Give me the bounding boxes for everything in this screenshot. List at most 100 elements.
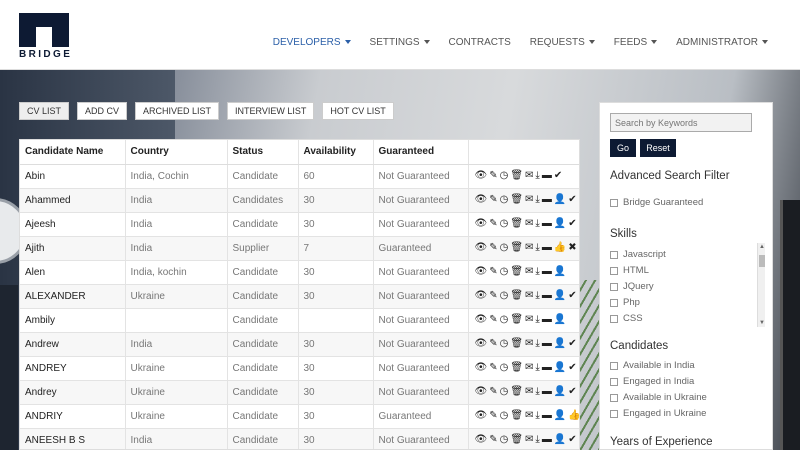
user-plus-icon[interactable]: 👤 (554, 411, 566, 421)
clock-icon[interactable]: ◷ (500, 315, 509, 325)
nav-feeds[interactable]: FEEDS (614, 37, 658, 48)
candidate-name[interactable]: Abin (20, 164, 126, 189)
envelope-icon[interactable]: ✉ (525, 339, 533, 349)
candidate-name[interactable]: Alen (20, 260, 126, 285)
check-icon[interactable]: ✔ (568, 339, 576, 349)
skill-checkbox-jquery[interactable]: JQuery (610, 281, 654, 292)
folder-icon[interactable]: ▬ (542, 291, 552, 301)
checkbox-box[interactable] (610, 314, 618, 323)
envelope-icon[interactable]: ✉ (525, 243, 533, 253)
pencil-icon[interactable]: ✎ (489, 171, 497, 181)
download-icon[interactable]: ⤓ (535, 363, 539, 373)
envelope-icon[interactable]: ✉ (525, 195, 533, 205)
check-icon[interactable]: ✔ (568, 219, 576, 229)
envelope-icon[interactable]: ✉ (525, 387, 533, 397)
check-icon[interactable]: ✔ (568, 435, 576, 445)
tab-hot-cv-list[interactable]: HOT CV LIST (322, 102, 394, 120)
candidate-name[interactable]: ANDRIY (20, 404, 126, 429)
clock-icon[interactable]: ◷ (500, 267, 509, 277)
download-icon[interactable]: ⤓ (535, 195, 539, 205)
envelope-icon[interactable]: ✉ (525, 219, 533, 229)
table-row[interactable]: Ambily Candidate Not Guaranteed 👁 ✎ ◷ 🗑 ✉ ⤓ ▬ 👤 (20, 308, 579, 333)
envelope-icon[interactable]: ✉ (525, 411, 533, 421)
candidate-name[interactable]: Ambily (20, 308, 126, 333)
pencil-icon[interactable]: ✎ (489, 315, 497, 325)
tab-cv-list[interactable]: CV LIST (19, 102, 70, 120)
checkbox-box[interactable] (610, 361, 618, 370)
candidate-name[interactable]: Andrew (20, 332, 126, 357)
tab-add-cv[interactable]: ADD CV (77, 102, 128, 120)
trash-icon[interactable]: 🗑 (510, 339, 523, 349)
pencil-icon[interactable]: ✎ (489, 363, 497, 373)
download-icon[interactable]: ⤓ (535, 315, 539, 325)
skill-checkbox-html[interactable]: HTML (610, 265, 649, 276)
candidate-filter-checkbox[interactable]: Engaged in India (610, 376, 694, 387)
folder-icon[interactable]: ▬ (542, 363, 552, 373)
checkbox-box[interactable] (610, 266, 618, 275)
eye-icon[interactable]: 👁 (475, 315, 488, 325)
bridge-logo[interactable]: BRIDGE (19, 13, 71, 61)
candidate-filter-checkbox[interactable]: Engaged in Ukraine (610, 408, 706, 419)
user-plus-icon[interactable]: 👤 (554, 291, 566, 301)
tab-archived-list[interactable]: ARCHIVED LIST (135, 102, 220, 120)
trash-icon[interactable]: 🗑 (510, 315, 523, 325)
clock-icon[interactable]: ◷ (500, 411, 509, 421)
pencil-icon[interactable]: ✎ (489, 435, 497, 445)
nav-requests[interactable]: REQUESTS (530, 37, 595, 48)
folder-icon[interactable]: ▬ (542, 195, 552, 205)
checkbox-box[interactable] (610, 198, 618, 207)
folder-icon[interactable]: ▬ (542, 411, 552, 421)
nav-settings[interactable]: SETTINGS (370, 37, 430, 48)
eye-icon[interactable]: 👁 (475, 387, 488, 397)
reset-button[interactable]: Reset (640, 139, 676, 157)
clock-icon[interactable]: ◷ (500, 435, 509, 445)
trash-icon[interactable]: 🗑 (510, 267, 523, 277)
eye-icon[interactable]: 👁 (475, 339, 488, 349)
folder-icon[interactable]: ▬ (542, 315, 552, 325)
clock-icon[interactable]: ◷ (500, 363, 509, 373)
download-icon[interactable]: ⤓ (535, 411, 539, 421)
thumbs-up-icon[interactable]: 👍 (554, 243, 566, 253)
candidate-name[interactable]: ALEXANDER (20, 284, 126, 309)
trash-icon[interactable]: 🗑 (510, 363, 523, 373)
table-row[interactable]: ANDRIY Ukraine Candidate 30 Guaranteed 👁 ✎ ◷ 🗑 ✉ ⤓… (20, 404, 579, 429)
pencil-icon[interactable]: ✎ (489, 195, 497, 205)
eye-icon[interactable]: 👁 (475, 267, 488, 277)
envelope-icon[interactable]: ✉ (525, 171, 533, 181)
clock-icon[interactable]: ◷ (500, 291, 509, 301)
user-plus-icon[interactable]: 👤 (554, 339, 566, 349)
table-row[interactable]: Alen India, kochin Candidate 30 Not Guarante… (20, 260, 579, 285)
skills-scrollbar[interactable]: ▲ ▼ (757, 243, 765, 327)
folder-icon[interactable]: ▬ (542, 171, 552, 181)
skill-checkbox-php[interactable]: Php (610, 297, 640, 308)
skill-checkbox-javascript[interactable]: Javascript (610, 249, 666, 260)
pencil-icon[interactable]: ✎ (489, 339, 497, 349)
clock-icon[interactable]: ◷ (500, 387, 509, 397)
eye-icon[interactable]: 👁 (475, 363, 488, 373)
download-icon[interactable]: ⤓ (535, 171, 539, 181)
download-icon[interactable]: ⤓ (535, 339, 539, 349)
tab-interview-list[interactable]: INTERVIEW LIST (227, 102, 315, 120)
scroll-thumb[interactable] (759, 255, 765, 267)
download-icon[interactable]: ⤓ (535, 267, 539, 277)
table-row[interactable]: Andrey Ukraine Candidate 30 Not Guaranteed 👁 ✎… (20, 380, 579, 405)
check-icon[interactable]: ✔ (568, 363, 576, 373)
checkbox-box[interactable] (610, 282, 618, 291)
check-icon[interactable]: ✔ (568, 291, 576, 301)
trash-icon[interactable]: 🗑 (510, 387, 523, 397)
skill-checkbox-css[interactable]: CSS (610, 313, 643, 324)
user-plus-icon[interactable]: 👤 (554, 267, 566, 277)
eye-icon[interactable]: 👁 (475, 195, 488, 205)
table-row[interactable]: Abin India, Cochin Candidate 60 Not Guarante… (20, 164, 579, 189)
download-icon[interactable]: ⤓ (535, 291, 539, 301)
trash-icon[interactable]: 🗑 (510, 195, 523, 205)
eye-icon[interactable]: 👁 (475, 219, 488, 229)
checkbox-box[interactable] (610, 409, 618, 418)
download-icon[interactable]: ⤓ (535, 243, 539, 253)
user-plus-icon[interactable]: 👤 (554, 363, 566, 373)
checkbox-box[interactable] (610, 393, 618, 402)
candidate-name[interactable]: Ajith (20, 236, 126, 261)
checkbox-box[interactable] (610, 250, 618, 259)
user-plus-icon[interactable]: 👤 (554, 219, 566, 229)
pencil-icon[interactable]: ✎ (489, 411, 497, 421)
